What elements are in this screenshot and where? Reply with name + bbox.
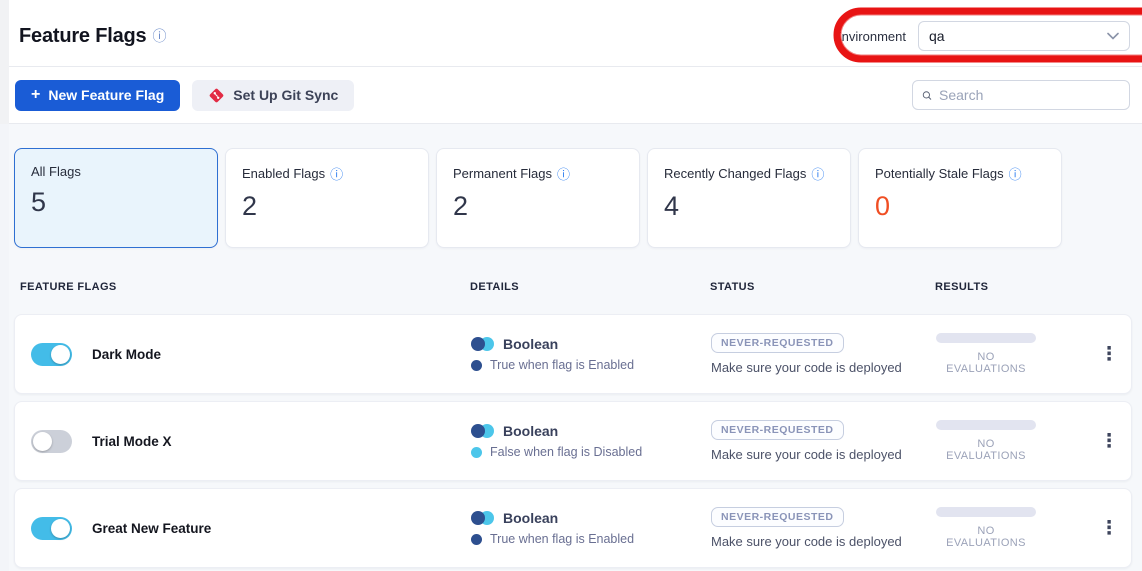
flag-type: Boolean <box>503 336 558 352</box>
boolean-type-icon <box>471 337 494 351</box>
environment-value: qa <box>929 28 1107 44</box>
variation-dot <box>471 534 482 545</box>
toggle-knob <box>33 432 52 451</box>
kebab-menu-icon[interactable]: ⋮ <box>1092 428 1127 455</box>
variation-label: True when flag is Enabled <box>490 358 634 372</box>
card-permanent-flags[interactable]: Permanent Flags ⓘ 2 <box>436 148 640 248</box>
environment-label: Environment <box>833 29 906 44</box>
toggle-knob <box>51 345 70 364</box>
status-badge: NEVER-REQUESTED <box>711 333 844 353</box>
git-icon <box>208 87 225 104</box>
card-label: Recently Changed Flags <box>664 166 806 181</box>
flag-name[interactable]: Trial Mode X <box>92 434 172 449</box>
card-label: Enabled Flags <box>242 166 325 181</box>
card-label: Potentially Stale Flags <box>875 166 1004 181</box>
flag-name[interactable]: Dark Mode <box>92 347 161 362</box>
column-header-results: RESULTS <box>935 281 1088 293</box>
card-value: 2 <box>453 191 623 222</box>
flag-toggle[interactable] <box>31 517 72 540</box>
search-box[interactable] <box>912 80 1130 110</box>
status-text: Make sure your code is deployed <box>711 447 936 462</box>
toggle-knob <box>51 519 70 538</box>
results-bar <box>936 507 1036 517</box>
card-value: 4 <box>664 191 834 222</box>
results-text: NO EVALUATIONS <box>936 351 1036 375</box>
flag-toggle[interactable] <box>31 430 72 453</box>
search-icon <box>922 88 932 103</box>
flag-type: Boolean <box>503 423 558 439</box>
variation-label: True when flag is Enabled <box>490 532 634 546</box>
flag-rows: Dark Mode Boolean True when flag is Enab… <box>14 314 1132 568</box>
table-row: Trial Mode X Boolean False when flag is … <box>14 401 1132 481</box>
card-value: 5 <box>31 187 201 218</box>
info-icon[interactable]: ⓘ <box>330 164 343 183</box>
new-feature-flag-button[interactable]: + New Feature Flag <box>15 80 180 111</box>
card-potentially-stale-flags[interactable]: Potentially Stale Flags ⓘ 0 <box>858 148 1062 248</box>
status-text: Make sure your code is deployed <box>711 360 936 375</box>
column-header-details: DETAILS <box>470 281 710 293</box>
variation-dot <box>471 360 482 371</box>
variation-dot <box>471 447 482 458</box>
results-text: NO EVALUATIONS <box>936 525 1036 549</box>
info-icon[interactable]: ⓘ <box>557 164 570 183</box>
column-header-status: STATUS <box>710 281 935 293</box>
content-area: All Flags 5 Enabled Flags ⓘ 2 Permanent … <box>9 124 1142 571</box>
results-bar <box>936 420 1036 430</box>
chevron-down-icon <box>1107 32 1119 40</box>
status-badge: NEVER-REQUESTED <box>711 507 844 527</box>
page-title: Feature Flags <box>19 25 146 48</box>
column-header-feature-flags: FEATURE FLAGS <box>20 281 470 293</box>
git-sync-label: Set Up Git Sync <box>233 87 338 103</box>
card-label: All Flags <box>31 164 81 179</box>
results-bar <box>936 333 1036 343</box>
environment-select[interactable]: qa <box>918 21 1130 51</box>
card-value: 0 <box>875 191 1045 222</box>
boolean-type-icon <box>471 424 494 438</box>
boolean-type-icon <box>471 511 494 525</box>
feature-flags-page: Feature Flags ⓘ Environment qa + New Fea… <box>9 0 1142 571</box>
card-all-flags[interactable]: All Flags 5 <box>14 148 218 248</box>
flag-toggle[interactable] <box>31 343 72 366</box>
toolbar: + New Feature Flag Set Up Git Sync <box>9 67 1142 124</box>
variation-label: False when flag is Disabled <box>490 445 642 459</box>
flag-name[interactable]: Great New Feature <box>92 521 211 536</box>
info-icon[interactable]: ⓘ <box>1009 164 1022 183</box>
card-recently-changed-flags[interactable]: Recently Changed Flags ⓘ 4 <box>647 148 851 248</box>
status-badge: NEVER-REQUESTED <box>711 420 844 440</box>
kebab-menu-icon[interactable]: ⋮ <box>1092 515 1127 542</box>
kebab-menu-icon[interactable]: ⋮ <box>1092 341 1127 368</box>
left-edge-strip <box>0 0 9 571</box>
table-row: Great New Feature Boolean True when flag… <box>14 488 1132 568</box>
flag-type: Boolean <box>503 510 558 526</box>
card-enabled-flags[interactable]: Enabled Flags ⓘ 2 <box>225 148 429 248</box>
card-label: Permanent Flags <box>453 166 552 181</box>
plus-icon: + <box>31 86 40 104</box>
info-icon[interactable]: ⓘ <box>152 26 166 46</box>
top-bar: Feature Flags ⓘ Environment qa <box>9 0 1142 67</box>
card-value: 2 <box>242 191 412 222</box>
table-header: FEATURE FLAGS DETAILS STATUS RESULTS <box>14 262 1132 312</box>
info-icon[interactable]: ⓘ <box>811 164 824 183</box>
status-text: Make sure your code is deployed <box>711 534 936 549</box>
results-text: NO EVALUATIONS <box>936 438 1036 462</box>
stats-cards: All Flags 5 Enabled Flags ⓘ 2 Permanent … <box>14 148 1132 248</box>
search-input[interactable] <box>939 87 1120 103</box>
set-up-git-sync-button[interactable]: Set Up Git Sync <box>192 80 354 111</box>
new-feature-flag-label: New Feature Flag <box>48 87 164 103</box>
table-row: Dark Mode Boolean True when flag is Enab… <box>14 314 1132 394</box>
